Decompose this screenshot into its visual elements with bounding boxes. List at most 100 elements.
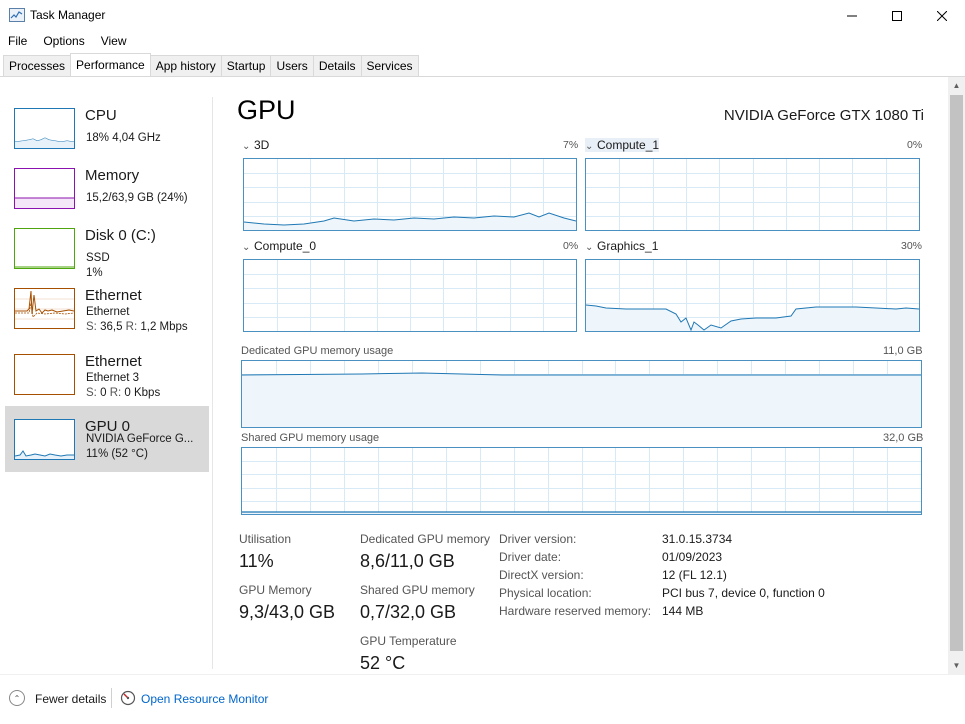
engine-graph-compute-0 [243, 259, 577, 332]
page-title: GPU [237, 95, 296, 125]
shared-memory-label: Shared GPU memory usage [241, 432, 380, 444]
engine-percent: 7% [563, 139, 579, 151]
sidebar-item-gpu-0[interactable]: GPU 0 NVIDIA GeForce G... 11% (52 °C) [5, 406, 209, 472]
chevron-down-icon: ⌄ [242, 242, 251, 253]
gpu-temperature-label: GPU Temperature [360, 634, 457, 648]
engine-selector-compute-0[interactable]: ⌄ Compute_0 [242, 239, 316, 253]
scroll-up-arrow-icon[interactable]: ▲ [948, 77, 965, 94]
tab-strip: Processes Performance App history Startu… [0, 53, 965, 77]
footer-bar: ⌃ Fewer details Open Resource Monitor [0, 674, 965, 724]
engine-percent: 0% [563, 240, 579, 252]
dedicated-memory-max: 11,0 GB [883, 345, 923, 357]
close-icon [937, 10, 947, 21]
minimize-icon [847, 15, 857, 16]
directx-version-label: DirectX version: [499, 568, 584, 582]
gpu-detail-panel: GPU NVIDIA GeForce GTX 1080 Ti ⌄ 3D 7% ⌄ C… [213, 77, 953, 674]
engine-percent: 30% [901, 240, 923, 252]
menu-view[interactable]: View [93, 31, 135, 51]
window-title: Task Manager [30, 8, 106, 22]
sidebar-item-title: Ethernet [85, 287, 142, 304]
sidebar-item-detail: 15,2/63,9 GB (24%) [86, 192, 188, 204]
fewer-details-button[interactable]: Fewer details [35, 692, 106, 706]
gpu-device-name: NVIDIA GeForce GTX 1080 Ti [723, 107, 924, 124]
title-bar[interactable]: Task Manager [0, 0, 965, 31]
close-button[interactable] [919, 0, 965, 31]
sidebar-item-detail: 18% 4,04 GHz [86, 132, 161, 144]
minimize-button[interactable] [829, 0, 875, 31]
chevron-up-circle-icon[interactable]: ⌃ [9, 690, 25, 706]
shared-memory-stat-label: Shared GPU memory [360, 583, 475, 597]
engine-selector-compute-1[interactable]: ⌄ Compute_1 [585, 138, 660, 152]
gpu-memory-value: 9,3/43,0 GB [239, 602, 336, 622]
disk-thumbnail-graph [14, 228, 75, 269]
sidebar-item-title: CPU [85, 107, 117, 124]
shared-memory-graph [241, 447, 922, 515]
chevron-down-icon: ⌄ [585, 141, 594, 152]
sidebar-item-detail: SSD [86, 252, 110, 264]
sidebar-item-disk-0[interactable]: Disk 0 (C:) SSD 1% [5, 215, 209, 281]
resource-monitor-icon[interactable] [120, 690, 136, 706]
engine-selector-3d[interactable]: ⌄ 3D [242, 138, 269, 152]
gpu-memory-label: GPU Memory [239, 583, 312, 597]
sidebar-item-title: Memory [85, 167, 140, 184]
tab-users[interactable]: Users [270, 55, 314, 76]
chevron-down-icon: ⌄ [242, 141, 251, 152]
utilisation-value: 11% [239, 551, 274, 571]
physical-location-value: PCI bus 7, device 0, function 0 [662, 586, 825, 600]
dedicated-memory-label: Dedicated GPU memory usage [241, 345, 394, 357]
chevron-down-icon: ⌄ [585, 242, 594, 253]
ethernet-thumbnail-graph [14, 354, 75, 395]
ethernet-thumbnail-graph [14, 288, 75, 329]
sidebar-item-ethernet-3[interactable]: Ethernet Ethernet 3 S: 0 R: 0 Kbps [5, 341, 209, 407]
sidebar-item-detail: Ethernet 3 [86, 372, 140, 384]
shared-memory-max: 32,0 GB [883, 432, 924, 444]
dedicated-memory-stat-value: 8,6/11,0 GB [360, 551, 455, 571]
tab-processes[interactable]: Processes [3, 55, 72, 76]
driver-version-label: Driver version: [499, 532, 577, 546]
menu-options[interactable]: Options [35, 31, 92, 51]
scroll-down-arrow-icon[interactable]: ▼ [948, 657, 965, 674]
tab-performance[interactable]: Performance [70, 53, 151, 76]
sidebar-item-detail: NVIDIA GeForce G... [86, 433, 194, 445]
vertical-scrollbar[interactable]: ▲ ▼ [948, 77, 965, 674]
sidebar-item-title: Ethernet [85, 353, 142, 370]
scroll-thumb[interactable] [950, 95, 963, 651]
tab-details[interactable]: Details [312, 55, 362, 76]
sidebar-item-throughput: S: 0 R: 0 Kbps [86, 387, 161, 399]
sidebar-item-cpu[interactable]: CPU 18% 4,04 GHz [5, 95, 209, 161]
directx-version-value: 12 (FL 12.1) [662, 568, 727, 582]
footer-divider [111, 688, 112, 708]
sidebar-item-usage: 11% (52 °C) [86, 448, 148, 460]
tab-app-history[interactable]: App history [149, 55, 222, 76]
tab-services[interactable]: Services [360, 55, 419, 76]
sidebar-item-title: Disk 0 (C:) [85, 227, 156, 244]
memory-thumbnail-graph [14, 168, 75, 209]
sidebar-item-ethernet[interactable]: Ethernet Ethernet S: 36,5 R: 1,2 Mbps [5, 275, 209, 341]
hardware-reserved-memory-value: 144 MB [662, 604, 704, 618]
driver-date-value: 01/09/2023 [662, 550, 723, 564]
sidebar-item-memory[interactable]: Memory 15,2/63,9 GB (24%) [5, 155, 209, 221]
driver-version-value: 31.0.15.3734 [662, 532, 733, 546]
hardware-reserved-memory-label: Hardware reserved memory: [499, 604, 652, 618]
open-resource-monitor-link[interactable]: Open Resource Monitor [141, 692, 268, 706]
tab-startup[interactable]: Startup [220, 55, 272, 76]
driver-date-label: Driver date: [499, 550, 562, 564]
dedicated-memory-graph [241, 360, 922, 428]
maximize-button[interactable] [874, 0, 920, 31]
engine-graph-graphics-1 [585, 259, 920, 332]
gpu-temperature-value: 52 °C [360, 653, 406, 673]
utilisation-label: Utilisation [239, 532, 292, 546]
task-manager-window: Task Manager File Options View Processes… [0, 0, 965, 724]
performance-sidebar: CPU 18% 4,04 GHz Memory 15,2/63,9 GB (24… [0, 77, 212, 674]
dedicated-memory-stat-label: Dedicated GPU memory [360, 532, 491, 546]
task-manager-icon [9, 8, 25, 22]
physical-location-label: Physical location: [499, 586, 592, 600]
engine-percent: 0% [907, 139, 923, 151]
shared-memory-stat-value: 0,7/32,0 GB [360, 602, 457, 622]
maximize-icon [892, 10, 902, 21]
sidebar-item-throughput: S: 36,5 R: 1,2 Mbps [86, 321, 188, 333]
engine-selector-graphics-1[interactable]: ⌄ Graphics_1 [585, 239, 658, 253]
cpu-thumbnail-graph [14, 108, 75, 149]
menu-file[interactable]: File [0, 31, 35, 51]
engine-graph-compute-1 [585, 158, 920, 231]
